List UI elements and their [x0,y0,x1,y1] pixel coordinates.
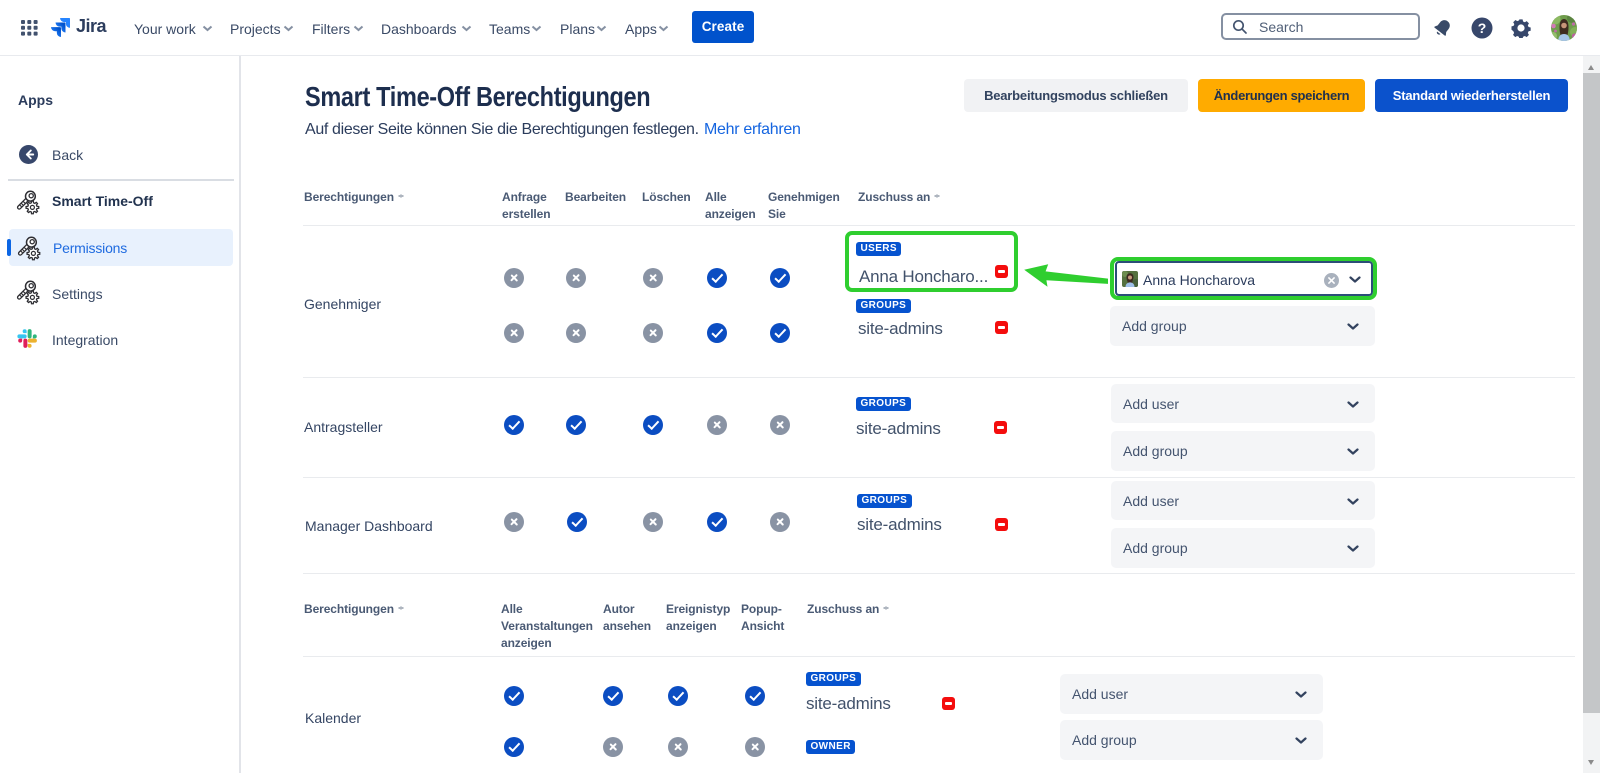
svg-text:?: ? [1478,20,1487,36]
